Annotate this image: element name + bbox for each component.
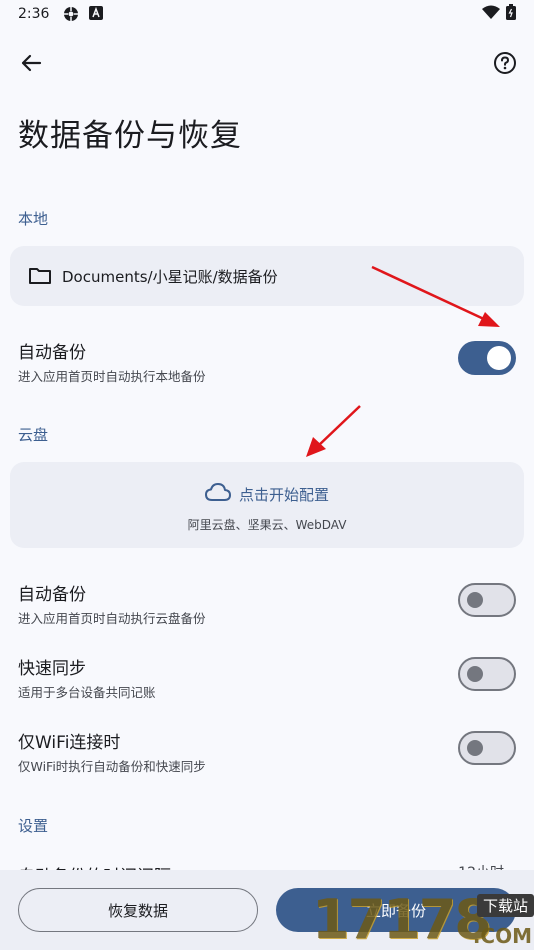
local-auto-backup-switch[interactable] xyxy=(458,341,516,375)
local-path-card[interactable]: Documents/小星记账/数据备份 xyxy=(10,246,524,306)
arrow-left-icon xyxy=(21,54,42,72)
switch-knob xyxy=(467,592,483,608)
restore-data-button[interactable]: 恢复数据 xyxy=(18,888,258,932)
folder-icon xyxy=(28,264,52,288)
cloud-config-card[interactable]: 点击开始配置 阿里云盘、坚果云、WebDAV xyxy=(10,462,524,548)
setting-subtitle: 进入应用首页时自动执行云盘备份 xyxy=(18,611,206,626)
back-button[interactable] xyxy=(14,46,48,80)
cloud-auto-backup-switch[interactable] xyxy=(458,583,516,617)
cloud-icon xyxy=(204,482,231,506)
annotation-arrow-cloud xyxy=(306,405,361,457)
section-header-settings: 设置 xyxy=(18,817,49,835)
setting-cloud-auto-backup[interactable]: 自动备份 进入应用首页时自动执行云盘备份 xyxy=(0,580,534,640)
top-app-bar xyxy=(0,40,534,86)
setting-title: 快速同步 xyxy=(18,659,86,679)
section-header-local: 本地 xyxy=(18,210,49,228)
question-circle-icon xyxy=(494,52,516,74)
quick-sync-switch[interactable] xyxy=(458,657,516,691)
section-header-cloud: 云盘 xyxy=(18,426,49,444)
setting-subtitle: 仅WiFi时执行自动备份和快速同步 xyxy=(18,759,206,774)
page-title: 数据备份与恢复 xyxy=(18,118,242,154)
cloud-config-label: 点击开始配置 xyxy=(238,485,329,504)
setting-subtitle: 适用于多台设备共同记账 xyxy=(18,685,156,700)
cloud-providers-text: 阿里云盘、坚果云、WebDAV xyxy=(187,518,347,532)
a-box-icon xyxy=(89,6,105,22)
setting-subtitle: 进入应用首页时自动执行本地备份 xyxy=(18,369,206,384)
status-time: 2:36 xyxy=(18,6,50,22)
battery-icon xyxy=(506,4,516,24)
status-bar: 2:36 xyxy=(0,0,534,28)
setting-title: 自动备份 xyxy=(18,343,86,363)
switch-knob xyxy=(487,346,511,370)
setting-title: 仅WiFi连接时 xyxy=(18,733,121,753)
help-button[interactable] xyxy=(488,46,522,80)
switch-knob xyxy=(467,740,483,756)
setting-quick-sync[interactable]: 快速同步 适用于多台设备共同记账 xyxy=(0,654,534,714)
wifi-icon xyxy=(482,5,500,23)
setting-title: 自动备份 xyxy=(18,585,86,605)
local-path-text: Documents/小星记账/数据备份 xyxy=(62,267,278,286)
switch-knob xyxy=(467,666,483,682)
settings-gear-icon xyxy=(63,6,79,22)
backup-now-button[interactable]: 立即备份 xyxy=(276,888,516,932)
bottom-action-bar: 恢复数据 立即备份 xyxy=(0,870,534,950)
wifi-only-switch[interactable] xyxy=(458,731,516,765)
setting-wifi-only[interactable]: 仅WiFi连接时 仅WiFi时执行自动备份和快速同步 xyxy=(0,728,534,788)
setting-local-auto-backup[interactable]: 自动备份 进入应用首页时自动执行本地备份 xyxy=(0,338,534,398)
